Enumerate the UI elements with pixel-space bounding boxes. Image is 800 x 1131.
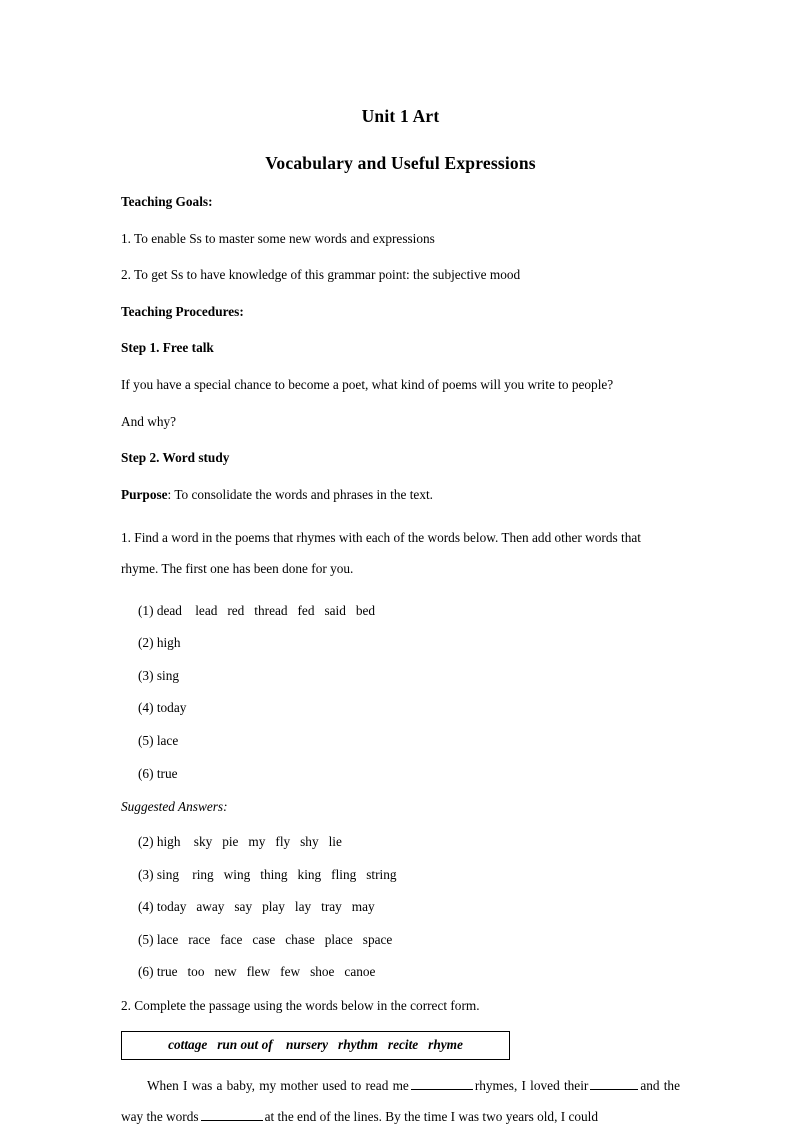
blank-1[interactable] <box>410 1077 473 1091</box>
step-1-question: If you have a special chance to become a… <box>121 377 614 393</box>
purpose-line: Purpose: To consolidate the words and ph… <box>121 467 680 504</box>
list-item: (6) true <box>138 765 178 781</box>
page-title: Unit 1 Art <box>361 106 440 126</box>
teaching-goal-2: 2. To get Ss to have knowledge of this g… <box>121 267 521 283</box>
document-content: Unit 1 Art Vocabulary and Useful Express… <box>121 0 680 1131</box>
list-item: (3) sing ring wing thing king fling stri… <box>138 866 397 882</box>
list-item: (6) true too new flew few shoe canoe <box>138 964 376 980</box>
task-1-instruction: 1. Find a word in the poems that rhymes … <box>121 530 641 577</box>
cloze-passage: When I was a baby, my mother used to rea… <box>121 1060 680 1131</box>
page-subtitle: Vocabulary and Useful Expressions <box>265 153 536 173</box>
step-1-followup: And why? <box>121 413 177 429</box>
blank-2[interactable] <box>590 1077 639 1091</box>
teaching-procedures-heading: Teaching Procedures: <box>121 303 244 319</box>
list-item: (5) lace race face case chase place spac… <box>138 931 393 947</box>
word-bank-box: cottage run out of nursery rhythm recite… <box>121 1030 510 1061</box>
list-item: (4) today away say play lay tray may <box>138 899 375 915</box>
teaching-goals-heading: Teaching Goals: <box>121 194 213 209</box>
passage-part-2: rhymes, I loved their <box>474 1078 589 1094</box>
teaching-goal-1: 1. To enable Ss to master some new words… <box>121 230 435 246</box>
purpose-label: Purpose <box>121 486 168 502</box>
task-2-instruction: 2. Complete the passage using the words … <box>121 997 480 1013</box>
step-1-heading: Step 1. Free talk <box>121 340 214 356</box>
blank-3[interactable] <box>200 1108 263 1122</box>
purpose-text: : To consolidate the words and phrases i… <box>167 486 433 502</box>
list-item: (2) high sky pie my fly shy lie <box>138 833 342 849</box>
step-2-heading: Step 2. Word study <box>121 450 230 466</box>
passage-part-1: When I was a baby, my mother used to rea… <box>147 1078 409 1094</box>
list-item: (1) dead lead red thread fed said bed <box>138 602 376 618</box>
document-page: Unit 1 Art Vocabulary and Useful Express… <box>0 0 800 1131</box>
list-item: (2) high <box>138 635 181 651</box>
word-bank: cottage run out of nursery rhythm recite… <box>121 1015 680 1061</box>
suggested-answers-label: Suggested Answers: <box>121 799 228 815</box>
list-item: (4) today <box>138 700 187 716</box>
list-item: (3) sing <box>138 667 179 683</box>
list-item: (5) lace <box>138 733 179 749</box>
passage-part-4: at the end of the lines. By the time I w… <box>264 1109 599 1125</box>
